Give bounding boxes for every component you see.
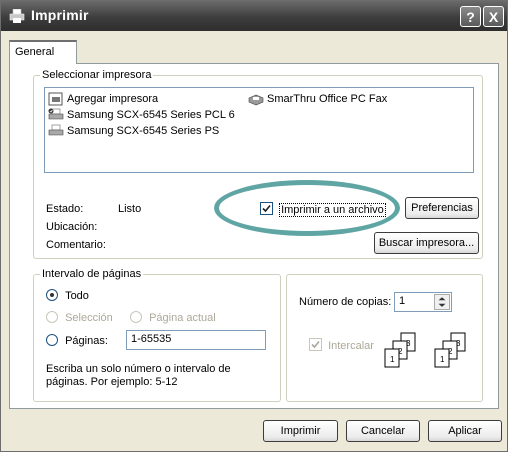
print-to-file-checkbox[interactable]: Imprimir a un archivo bbox=[260, 202, 386, 217]
svg-text:1: 1 bbox=[440, 355, 445, 364]
pages-radio[interactable]: Páginas: bbox=[46, 334, 108, 347]
list-item[interactable]: SmarThru Office PC Fax bbox=[248, 91, 387, 107]
list-item[interactable]: Samsung SCX-6545 Series PS bbox=[48, 123, 219, 139]
apply-button[interactable]: Aplicar bbox=[428, 420, 502, 442]
selection-label: Selección bbox=[65, 312, 113, 324]
list-item-selected[interactable]: Samsung SCX-6545 Series PCL 6 bbox=[48, 107, 235, 123]
location-label: Ubicación: bbox=[46, 221, 98, 233]
printer-name: Samsung SCX-6545 Series PCL 6 bbox=[67, 109, 235, 121]
default-printer-icon bbox=[48, 108, 64, 120]
radio-button[interactable] bbox=[46, 334, 58, 346]
all-pages-radio[interactable]: Todo bbox=[46, 289, 89, 302]
printer-group-legend: Seleccionar impresora bbox=[40, 69, 154, 81]
print-dialog: Imprimir ? X General Seleccionar impreso… bbox=[0, 0, 508, 452]
pages-label: Páginas: bbox=[65, 335, 108, 347]
window-title: Imprimir bbox=[31, 7, 89, 23]
collate-checkbox[interactable]: Intercalar bbox=[309, 338, 374, 352]
radio-button[interactable] bbox=[130, 311, 142, 323]
checkbox[interactable] bbox=[309, 338, 322, 351]
tab-panel: Seleccionar impresora Agregar impresora … bbox=[9, 63, 499, 409]
list-item[interactable]: Agregar impresora bbox=[48, 91, 158, 107]
cancel-button[interactable]: Cancelar bbox=[346, 420, 420, 442]
all-pages-label: Todo bbox=[65, 290, 89, 302]
print-button[interactable]: Imprimir bbox=[263, 420, 338, 442]
printer-group: Seleccionar impresora Agregar impresora … bbox=[33, 69, 483, 259]
current-page-radio[interactable]: Página actual bbox=[130, 311, 216, 324]
preferences-button[interactable]: Preferencias bbox=[405, 197, 479, 219]
copies-value: 1 bbox=[399, 295, 406, 307]
copies-input[interactable]: 1 bbox=[394, 292, 452, 312]
page-range-legend: Intervalo de páginas bbox=[40, 268, 144, 280]
copies-label: Número de copias: bbox=[299, 296, 392, 308]
collate-pages-icon: 3 2 1 3 2 1 bbox=[384, 332, 466, 368]
check-icon bbox=[262, 204, 271, 213]
close-button[interactable]: X bbox=[483, 6, 504, 27]
spinner-icon[interactable] bbox=[434, 294, 450, 310]
title-bar: Imprimir ? X bbox=[1, 1, 507, 31]
add-printer-icon bbox=[48, 92, 63, 106]
radio-button[interactable] bbox=[46, 289, 58, 301]
collate-label: Intercalar bbox=[328, 340, 374, 352]
selection-radio[interactable]: Selección bbox=[46, 311, 113, 324]
range-hint-line2: páginas. Por ejemplo: 5-12 bbox=[46, 376, 178, 388]
printer-name: Samsung SCX-6545 Series PS bbox=[67, 125, 220, 137]
printer-icon bbox=[9, 9, 25, 23]
check-icon bbox=[311, 340, 320, 349]
tab-general[interactable]: General bbox=[9, 40, 77, 64]
pages-input[interactable]: 1-65535 bbox=[126, 330, 266, 350]
svg-text:1: 1 bbox=[390, 355, 395, 364]
fax-printer-icon bbox=[248, 94, 264, 106]
status-label: Estado: bbox=[46, 203, 84, 215]
copies-group: Número de copias: 1 Intercalar 3 2 1 3 2… bbox=[286, 274, 483, 402]
radio-button[interactable] bbox=[46, 311, 58, 323]
comment-label: Comentario: bbox=[46, 239, 106, 251]
status-value: Listo bbox=[118, 203, 142, 215]
printer-icon bbox=[48, 124, 64, 136]
checkbox[interactable] bbox=[260, 202, 273, 215]
find-printer-button[interactable]: Buscar impresora... bbox=[374, 232, 479, 254]
printer-name: SmarThru Office PC Fax bbox=[267, 93, 388, 105]
range-hint-line1: Escriba un solo número o intervalo de bbox=[46, 363, 231, 375]
current-page-label: Página actual bbox=[149, 312, 216, 324]
help-button[interactable]: ? bbox=[460, 6, 481, 27]
printer-list[interactable]: Agregar impresora SmarThru Office PC Fax bbox=[44, 87, 474, 173]
printer-name: Agregar impresora bbox=[67, 93, 159, 105]
print-to-file-label: Imprimir a un archivo bbox=[279, 203, 386, 217]
page-range-group: Intervalo de páginas Todo Selección Pági… bbox=[33, 268, 281, 402]
